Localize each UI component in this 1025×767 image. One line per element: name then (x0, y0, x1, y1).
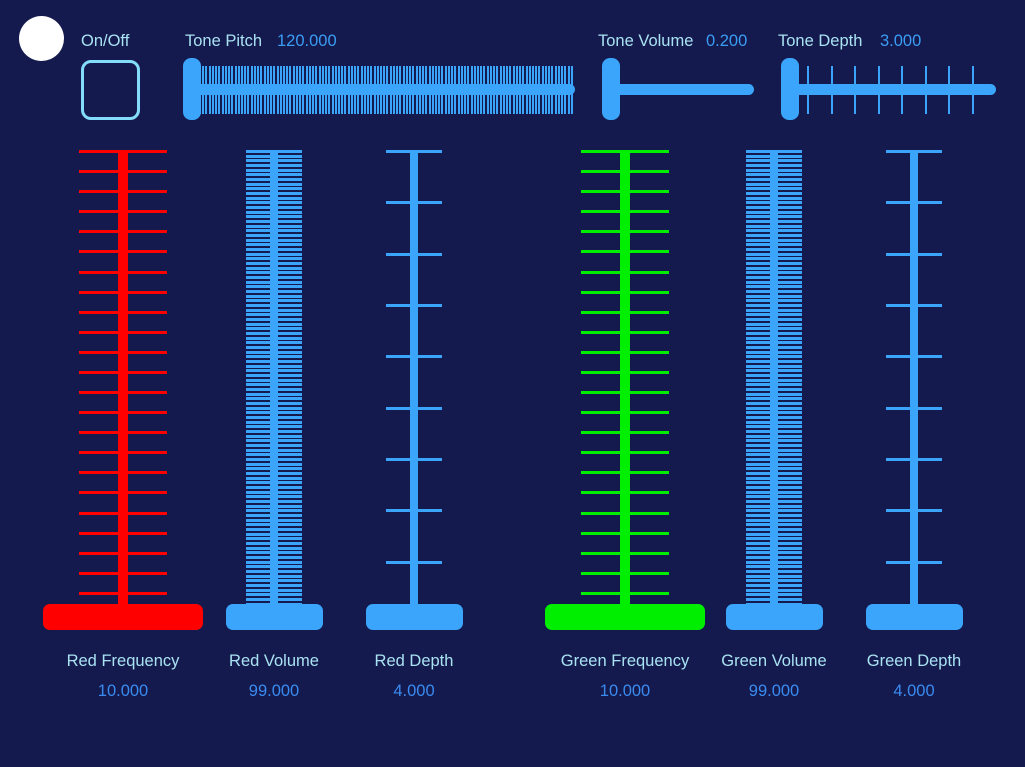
tone-volume-handle[interactable] (602, 58, 620, 120)
onoff-checkbox[interactable] (81, 60, 140, 120)
red-volume-value: 99.000 (248, 682, 300, 700)
red-frequency-label: Red Frequency (66, 652, 180, 670)
red-depth-slider[interactable] (334, 150, 494, 630)
red-frequency-value: 10.000 (97, 682, 149, 700)
red-volume-label: Red Volume (229, 652, 319, 670)
green-frequency-slider[interactable] (545, 150, 705, 630)
green-frequency-handle[interactable] (545, 604, 705, 630)
green-volume-slider[interactable] (694, 150, 854, 630)
onoff-label: On/Off (81, 32, 130, 50)
red-volume-ticks (194, 150, 354, 612)
tone-volume-slider[interactable] (602, 58, 754, 120)
tone-pitch-value: 120.000 (277, 32, 337, 50)
green-volume-label: Green Volume (721, 652, 827, 670)
green-frequency-label: Green Frequency (560, 652, 690, 670)
tone-pitch-label: Tone Pitch (185, 32, 263, 50)
green-depth-handle[interactable] (865, 604, 963, 630)
tone-volume-value: 0.200 (706, 32, 748, 50)
green-depth-ticks (834, 150, 994, 612)
green-depth-slider[interactable] (834, 150, 994, 630)
tone-depth-ticks (781, 66, 996, 114)
red-volume-slider[interactable] (194, 150, 354, 630)
info-icon[interactable] (19, 16, 64, 61)
green-volume-handle[interactable] (725, 604, 823, 630)
tone-pitch-handle[interactable] (183, 58, 201, 120)
red-frequency-ticks (43, 150, 203, 612)
tone-depth-slider[interactable] (781, 58, 996, 120)
red-frequency-slider[interactable] (43, 150, 203, 630)
tone-depth-value: 3.000 (880, 32, 922, 50)
green-depth-value: 4.000 (893, 682, 935, 700)
control-panel-window: On/Off Tone Pitch 120.000 Tone Volume 0.… (0, 0, 1025, 767)
tone-depth-label: Tone Depth (778, 32, 863, 50)
red-volume-handle[interactable] (225, 604, 323, 630)
green-frequency-value: 10.000 (599, 682, 651, 700)
green-frequency-ticks (545, 150, 705, 612)
tone-volume-ticks (602, 66, 754, 114)
red-depth-ticks (334, 150, 494, 612)
green-volume-value: 99.000 (748, 682, 800, 700)
red-depth-label: Red Depth (374, 652, 454, 670)
tone-pitch-ticks (183, 66, 575, 114)
green-depth-label: Green Depth (866, 652, 962, 670)
red-depth-value: 4.000 (393, 682, 435, 700)
tone-depth-handle[interactable] (781, 58, 799, 120)
tone-pitch-slider[interactable] (183, 58, 575, 120)
green-volume-ticks (694, 150, 854, 612)
red-frequency-handle[interactable] (43, 604, 203, 630)
tone-volume-label: Tone Volume (598, 32, 694, 50)
red-depth-handle[interactable] (365, 604, 463, 630)
